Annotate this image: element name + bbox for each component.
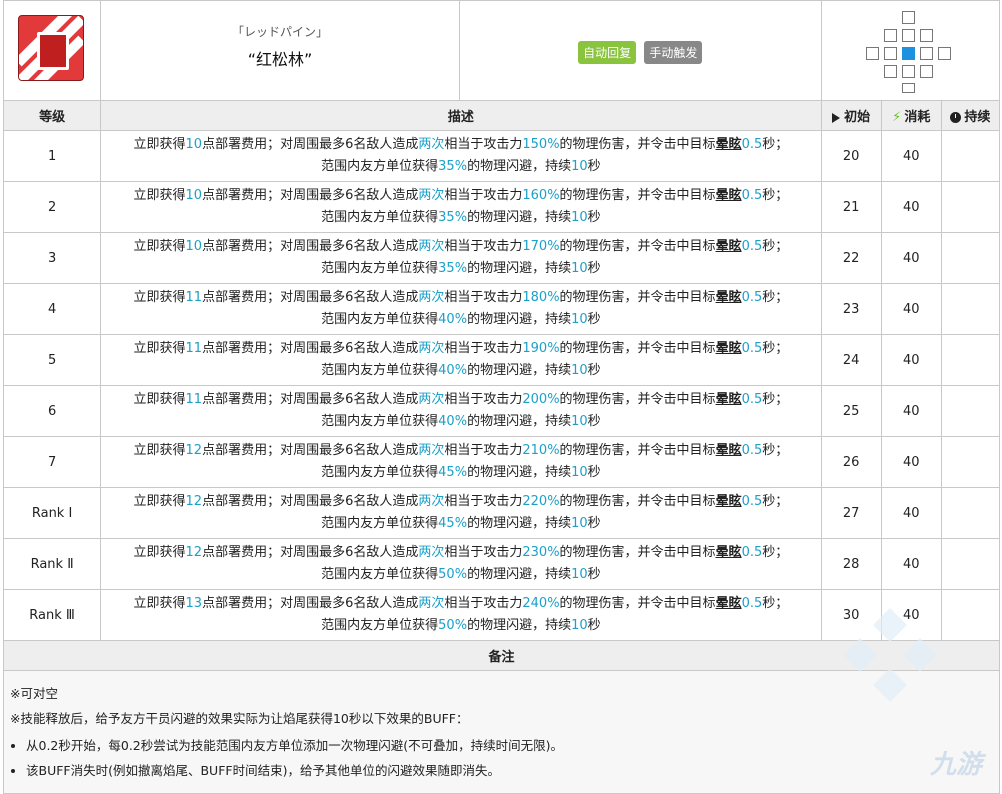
initial-sp-cell: 30 bbox=[820, 589, 882, 641]
level-cell: Rank Ⅰ bbox=[2, 487, 102, 539]
initial-sp-cell: 25 bbox=[820, 385, 882, 437]
skill-name-jp: 「レッドパイン」 bbox=[232, 25, 329, 39]
table-row: Rank Ⅲ 立即获得13点部署费用；对周围最多6名敌人造成两次相当于攻击力240… bbox=[2, 589, 1001, 641]
bolt-icon: ⚡ bbox=[892, 110, 902, 125]
initial-sp-cell: 23 bbox=[820, 283, 882, 335]
duration-cell bbox=[940, 232, 1001, 284]
initial-sp-cell: 24 bbox=[820, 334, 882, 386]
description-cell: 立即获得12点部署费用；对周围最多6名敌人造成两次相当于攻击力210%的物理伤害… bbox=[100, 436, 822, 488]
col-cost: ⚡ 消耗 bbox=[880, 100, 942, 131]
description-cell: 立即获得10点部署费用；对周围最多6名敌人造成两次相当于攻击力150%的物理伤害… bbox=[100, 130, 822, 182]
description-cell: 立即获得11点部署费用；对周围最多6名敌人造成两次相当于攻击力190%的物理伤害… bbox=[100, 334, 822, 386]
table-row: 4 立即获得11点部署费用；对周围最多6名敌人造成两次相当于攻击力180%的物理伤… bbox=[2, 283, 1001, 335]
level-cell: 2 bbox=[2, 181, 102, 233]
description-cell: 立即获得13点部署费用；对周围最多6名敌人造成两次相当于攻击力240%的物理伤害… bbox=[100, 589, 822, 641]
duration-cell bbox=[940, 589, 1001, 641]
table-row: Rank Ⅱ 立即获得12点部署费用；对周围最多6名敌人造成两次相当于攻击力230… bbox=[2, 538, 1001, 590]
clock-icon bbox=[950, 112, 962, 123]
duration-cell bbox=[940, 181, 1001, 233]
play-icon bbox=[832, 112, 841, 123]
sp-cost-cell: 40 bbox=[880, 283, 942, 335]
sp-cost-cell: 40 bbox=[880, 385, 942, 437]
initial-sp-cell: 27 bbox=[820, 487, 882, 539]
col-initial: 初始 bbox=[820, 100, 882, 131]
description-cell: 立即获得11点部署费用；对周围最多6名敌人造成两次相当于攻击力180%的物理伤害… bbox=[100, 283, 822, 335]
note-bullet: 该BUFF消失时(例如撤离焰尾、BUFF时间结束)，给予其他单位的闪避效果随即消… bbox=[26, 758, 993, 783]
attack-range-grid bbox=[820, 0, 1001, 101]
col-duration: 持续 bbox=[940, 100, 1001, 131]
tag-auto-recovery: 自动回复 bbox=[578, 41, 637, 64]
duration-cell bbox=[940, 283, 1001, 335]
range-self-cell bbox=[901, 47, 915, 60]
duration-cell bbox=[940, 487, 1001, 539]
sp-cost-cell: 40 bbox=[880, 487, 942, 539]
description-cell: 立即获得12点部署费用；对周围最多6名敌人造成两次相当于攻击力230%的物理伤害… bbox=[100, 538, 822, 590]
col-description: 描述 bbox=[100, 100, 822, 131]
duration-cell bbox=[940, 334, 1001, 386]
sp-cost-cell: 40 bbox=[880, 538, 942, 590]
note-line: ※技能释放后，给予友方干员闪避的效果实际为让焰尾获得10秒以下效果的BUFF： bbox=[10, 711, 469, 726]
level-cell: 7 bbox=[2, 436, 102, 488]
level-cell: 3 bbox=[2, 232, 102, 284]
table-row: 1 立即获得10点部署费用；对周围最多6名敌人造成两次相当于攻击力150%的物理伤… bbox=[2, 130, 1001, 182]
notes-body: ※可对空 ※技能释放后，给予友方干员闪避的效果实际为让焰尾获得10秒以下效果的B… bbox=[3, 670, 1000, 794]
description-cell: 立即获得10点部署费用；对周围最多6名敌人造成两次相当于攻击力170%的物理伤害… bbox=[100, 232, 822, 284]
level-cell: 1 bbox=[2, 130, 102, 182]
sp-cost-cell: 40 bbox=[880, 334, 942, 386]
table-row: 5 立即获得11点部署费用；对周围最多6名敌人造成两次相当于攻击力190%的物理伤… bbox=[2, 334, 1001, 386]
col-level: 等级 bbox=[2, 100, 102, 131]
initial-sp-cell: 26 bbox=[820, 436, 882, 488]
table-row: 6 立即获得11点部署费用；对周围最多6名敌人造成两次相当于攻击力200%的物理伤… bbox=[2, 385, 1001, 437]
initial-sp-cell: 21 bbox=[820, 181, 882, 233]
table-row: 3 立即获得10点部署费用；对周围最多6名敌人造成两次相当于攻击力170%的物理伤… bbox=[2, 232, 1001, 284]
level-cell: 4 bbox=[2, 283, 102, 335]
level-cell: 5 bbox=[2, 334, 102, 386]
sp-cost-cell: 40 bbox=[880, 436, 942, 488]
tag-manual-trigger: 手动触发 bbox=[644, 41, 703, 64]
skill-table: 「レッドパイン」 “红松林” 自动回复 手动触发 等级 描述 初始 ⚡ 消耗 持… bbox=[2, 0, 1001, 794]
level-cell: 6 bbox=[2, 385, 102, 437]
duration-cell bbox=[940, 436, 1001, 488]
sp-cost-cell: 40 bbox=[880, 181, 942, 233]
description-cell: 立即获得11点部署费用；对周围最多6名敌人造成两次相当于攻击力200%的物理伤害… bbox=[100, 385, 822, 437]
skill-name-cell: 「レッドパイン」 “红松林” bbox=[100, 0, 460, 101]
table-row: 2 立即获得10点部署费用；对周围最多6名敌人造成两次相当于攻击力160%的物理伤… bbox=[2, 181, 1001, 233]
level-cell: Rank Ⅱ bbox=[2, 538, 102, 590]
description-cell: 立即获得10点部署费用；对周围最多6名敌人造成两次相当于攻击力160%的物理伤害… bbox=[100, 181, 822, 233]
watermark-logo: 九游 bbox=[929, 750, 982, 780]
skill-red-pine-icon bbox=[18, 15, 84, 81]
duration-cell bbox=[940, 385, 1001, 437]
skill-icon-cell bbox=[2, 0, 102, 101]
sp-cost-cell: 40 bbox=[880, 232, 942, 284]
table-row: 7 立即获得12点部署费用；对周围最多6名敌人造成两次相当于攻击力210%的物理伤… bbox=[2, 436, 1001, 488]
skill-tags-cell: 自动回复 手动触发 bbox=[458, 0, 822, 101]
note-bullet: 从0.2秒开始，每0.2秒尝试为技能范围内友方单位添加一次物理闪避(不可叠加，持… bbox=[26, 733, 993, 758]
duration-cell bbox=[940, 538, 1001, 590]
level-cell: Rank Ⅲ bbox=[2, 589, 102, 641]
initial-sp-cell: 22 bbox=[820, 232, 882, 284]
duration-cell bbox=[940, 130, 1001, 182]
note-line: ※可对空 bbox=[10, 686, 58, 701]
skill-name-cn: “红松林” bbox=[247, 50, 313, 69]
sp-cost-cell: 40 bbox=[880, 130, 942, 182]
initial-sp-cell: 28 bbox=[820, 538, 882, 590]
description-cell: 立即获得12点部署费用；对周围最多6名敌人造成两次相当于攻击力220%的物理伤害… bbox=[100, 487, 822, 539]
initial-sp-cell: 20 bbox=[820, 130, 882, 182]
note-bullets: 从0.2秒开始，每0.2秒尝试为技能范围内友方单位添加一次物理闪避(不可叠加，持… bbox=[10, 733, 993, 783]
table-row: Rank Ⅰ 立即获得12点部署费用；对周围最多6名敌人造成两次相当于攻击力220… bbox=[2, 487, 1001, 539]
